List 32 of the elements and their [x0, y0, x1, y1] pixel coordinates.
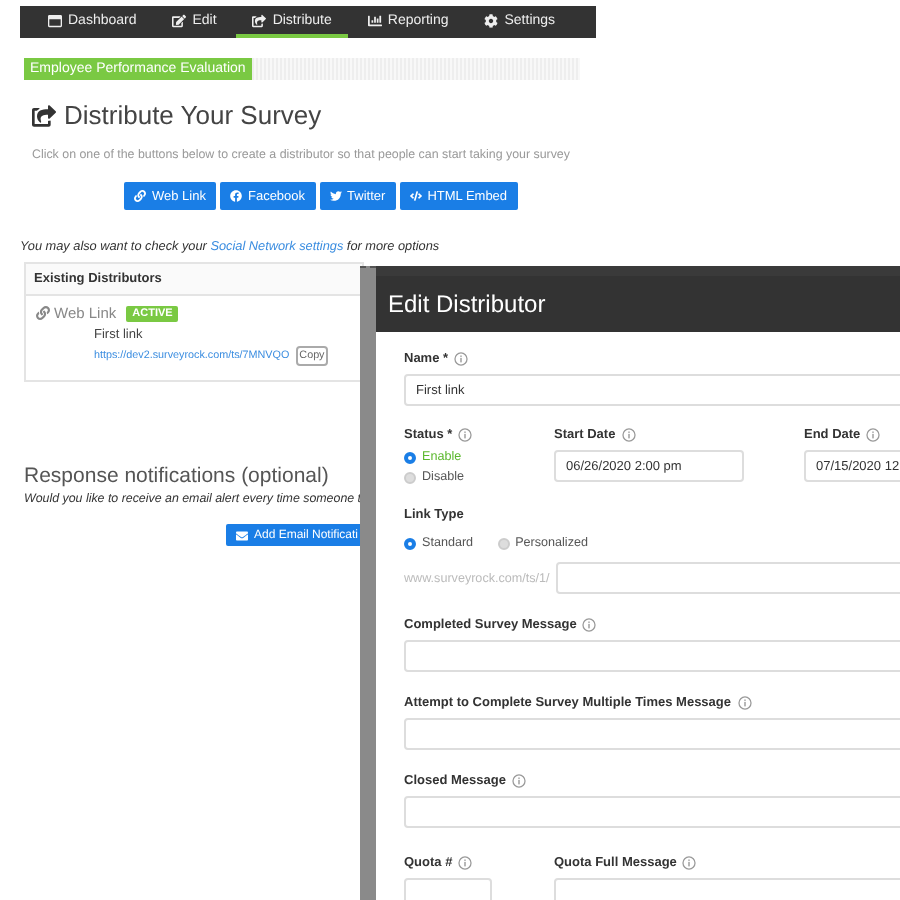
edit-icon — [172, 13, 187, 27]
dashboard-icon — [48, 13, 62, 27]
envelope-icon — [236, 529, 248, 541]
facebook-icon — [229, 190, 242, 202]
info-icon — [621, 427, 636, 441]
info-icon — [454, 351, 469, 365]
share-icon — [32, 103, 56, 127]
radio-button[interactable] — [404, 537, 416, 549]
radio-button[interactable] — [404, 451, 416, 463]
code-icon — [409, 190, 422, 202]
info-icon — [511, 773, 526, 787]
info-icon — [458, 855, 473, 869]
bird-icon — [329, 190, 342, 202]
info-icon — [458, 427, 473, 441]
input-field[interactable] — [404, 718, 900, 750]
section-title: Response notifications (optional) — [24, 464, 329, 488]
bar-chart-icon — [367, 13, 382, 27]
link-icon — [36, 306, 50, 320]
info-icon — [682, 855, 697, 869]
page-heading: Distribute Your Survey — [64, 100, 322, 130]
info-icon — [866, 427, 881, 441]
input-field[interactable] — [404, 796, 900, 828]
radio-button[interactable] — [404, 471, 416, 483]
modal-title: Edit Distributor — [376, 276, 900, 332]
info-icon — [582, 617, 597, 631]
info-icon — [737, 695, 751, 709]
link-icon — [134, 190, 146, 202]
settings-icon — [484, 13, 499, 27]
share-icon — [252, 13, 267, 27]
input-field[interactable] — [404, 640, 900, 672]
input-field[interactable] — [555, 562, 900, 594]
radio-button[interactable] — [497, 537, 510, 549]
